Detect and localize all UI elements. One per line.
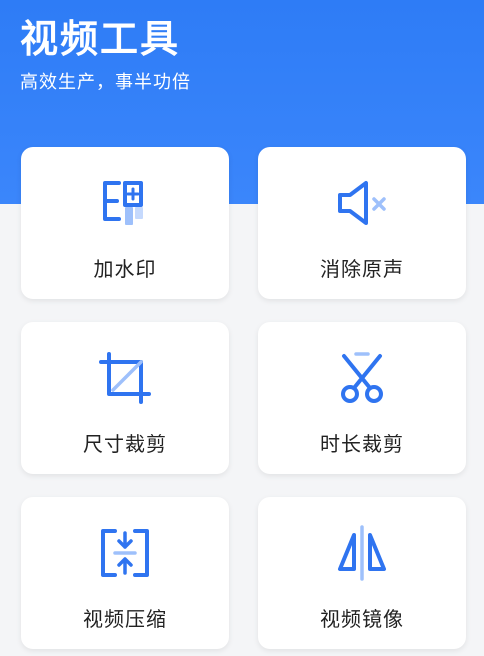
compress-icon bbox=[101, 529, 149, 577]
scissors-icon bbox=[341, 352, 383, 403]
tool-label-mute: 消除原声 bbox=[320, 257, 404, 281]
tool-card-mirror[interactable]: 视频镜像 bbox=[258, 497, 466, 649]
mirror-icon bbox=[338, 525, 386, 581]
crop-icon bbox=[99, 352, 151, 404]
tool-label-watermark: 加水印 bbox=[93, 257, 157, 281]
tool-label-duration-trim: 时长裁剪 bbox=[320, 432, 404, 456]
tool-label-mirror: 视频镜像 bbox=[320, 607, 404, 631]
tool-card-compress[interactable]: 视频压缩 bbox=[21, 497, 229, 649]
page-subtitle: 高效生产，事半功倍 bbox=[20, 72, 191, 93]
tool-card-crop[interactable]: 尺寸裁剪 bbox=[21, 322, 229, 474]
tool-card-mute[interactable]: 消除原声 bbox=[258, 147, 466, 299]
mute-icon bbox=[338, 181, 386, 225]
page-title: 视频工具 bbox=[20, 17, 181, 61]
tool-label-crop: 尺寸裁剪 bbox=[83, 432, 167, 456]
tool-card-watermark[interactable]: 加水印 bbox=[21, 147, 229, 299]
tool-card-duration-trim[interactable]: 时长裁剪 bbox=[258, 322, 466, 474]
watermark-icon bbox=[103, 181, 143, 225]
tool-label-compress: 视频压缩 bbox=[83, 607, 167, 631]
